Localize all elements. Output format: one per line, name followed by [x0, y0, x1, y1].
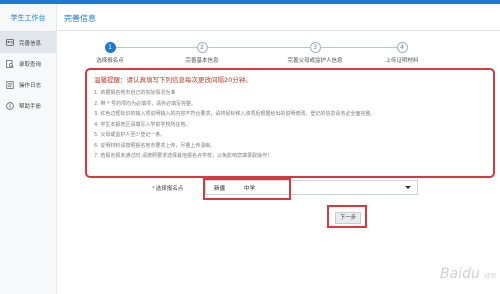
- select-highlight-frame: [203, 178, 291, 200]
- notice-line: 5. 父母或监护人至少登记一条。: [94, 132, 166, 138]
- step-progress-line: [110, 47, 400, 48]
- step-3[interactable]: 3 完善父母或监护人信息: [280, 42, 350, 64]
- notice-line: 3. 红色边框标识的输入项说明输入的内容不符合要求，请将鼠标移入该项后根据给出的…: [94, 111, 376, 117]
- watermark: Baidu 经验: [440, 266, 496, 282]
- step-1[interactable]: 1 选择报名点: [75, 42, 145, 64]
- page-title: 完善信息: [64, 14, 96, 23]
- select-label-text: 选择报名点: [155, 186, 184, 192]
- step-2[interactable]: 2 完善基本信息: [167, 42, 237, 64]
- sidebar: 学生工作台 完善信息 录取查询 操作日志 帮助手册: [0, 4, 57, 294]
- id-card-icon: [6, 39, 14, 47]
- chevron-down-icon[interactable]: [405, 186, 411, 189]
- notice-line: 6. 证明材料请按照报名地市要求上传，尽量上传清晰。: [94, 142, 216, 149]
- sidebar-item-label: 帮助手册: [19, 103, 42, 110]
- sidebar-item-label: 录取查询: [19, 61, 42, 68]
- step-label: 完善基本信息: [185, 58, 219, 64]
- notice-line: 7. 若报省报未通过时,请按照要求选择其他报名点学校，以免影响您填录取操作！: [94, 153, 272, 159]
- title-divider: [58, 30, 500, 31]
- notice-line: 2. 带 * 号的项均为必填项，请务必填写完整。: [94, 100, 197, 107]
- registration-point-label: *选择报名点: [152, 184, 183, 192]
- main-panel: 完善信息 1 选择报名点 2 完善基本信息 3 完善父母或监护人信息 4 上传证…: [58, 4, 500, 294]
- step-number: 3: [309, 42, 321, 53]
- step-label: 选择报名点: [96, 58, 124, 64]
- sidebar-item-label: 操作日志: [19, 82, 42, 89]
- sidebar-item-label: 完善信息: [19, 40, 42, 47]
- step-number: 2: [196, 42, 208, 53]
- step-label: 完善父母或监护人信息: [287, 58, 343, 64]
- sidebar-title: 学生工作台: [0, 4, 56, 32]
- info-icon: [6, 101, 14, 110]
- required-mark: *: [152, 186, 155, 192]
- sidebar-item-help-manual[interactable]: 帮助手册: [0, 95, 56, 116]
- watermark-text: Baidu: [440, 266, 480, 282]
- notice-box: 温馨提醒：请认真填写下列信息每次更改间隔20分钟。 1. 依据报名地市自己的实际…: [85, 68, 495, 178]
- search-document-icon: [6, 59, 14, 68]
- watermark-sub: 经验: [484, 273, 497, 280]
- sidebar-item-complete-info[interactable]: 完善信息: [0, 32, 56, 53]
- notice-title: 温馨提醒：请认真填写下列信息每次更改间隔20分钟。: [94, 76, 252, 84]
- sidebar-item-admission-query[interactable]: 录取查询: [0, 53, 56, 74]
- step-4[interactable]: 4 上传证明材料: [367, 42, 437, 64]
- step-number: 4: [396, 42, 408, 53]
- next-button-highlight-frame: [327, 205, 367, 228]
- notice-line: 1. 依据报名地市自己的实际情况为准: [94, 90, 176, 96]
- log-icon: [6, 80, 14, 89]
- step-number: 1: [104, 42, 116, 53]
- step-label: 上传证明材料: [385, 58, 419, 64]
- sidebar-item-operation-log[interactable]: 操作日志: [0, 74, 56, 95]
- notice-line: 4. 学生本报地区请填写入学前学校所在地。: [94, 121, 191, 128]
